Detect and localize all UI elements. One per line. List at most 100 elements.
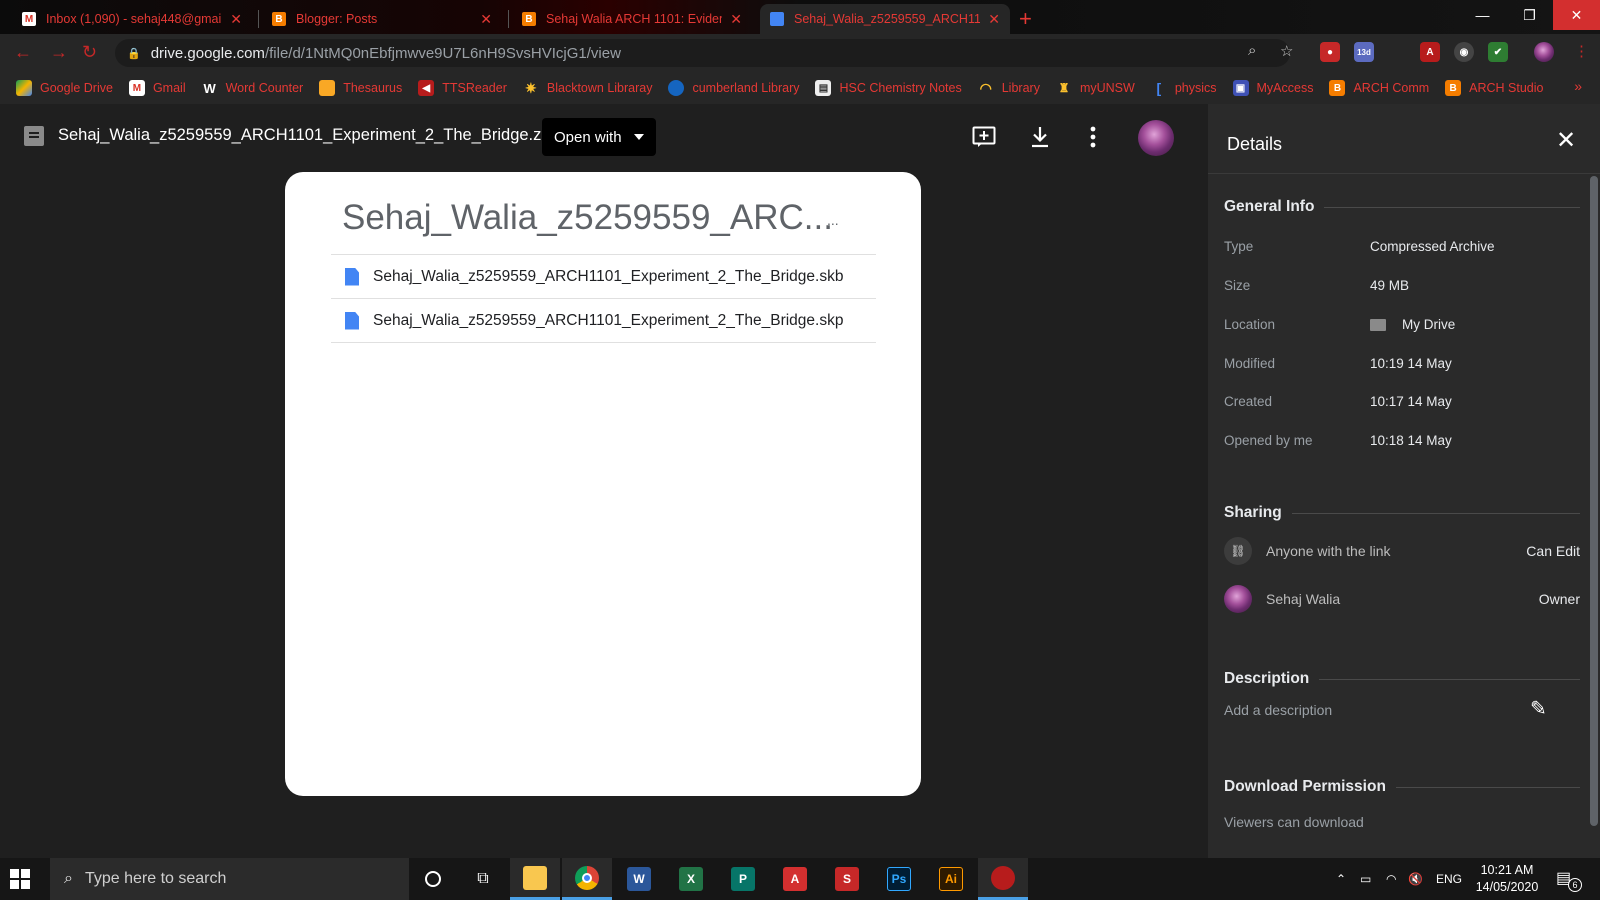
chrome-menu-icon[interactable]: ⋮ bbox=[1574, 42, 1589, 60]
reload-icon[interactable]: ↻ bbox=[82, 42, 97, 63]
bookmark-myunsw[interactable]: ♜ myUNSW bbox=[1056, 80, 1135, 96]
info-value: My Drive bbox=[1402, 317, 1456, 332]
file-explorer-icon[interactable] bbox=[510, 858, 560, 900]
download-permission-heading: Download Permission bbox=[1224, 778, 1580, 796]
excel-icon[interactable]: X bbox=[666, 858, 716, 900]
game-app-icon[interactable] bbox=[978, 858, 1028, 900]
viewer-toolbar: Sehaj_Walia_z5259559_ARCH1101_Experiment… bbox=[0, 104, 1208, 168]
taskbar-search-input[interactable]: ⌕ Type here to search bbox=[50, 858, 409, 900]
extension-icon[interactable]: ● bbox=[1320, 42, 1340, 62]
description-input[interactable]: Add a description bbox=[1224, 702, 1332, 718]
scrollbar-thumb[interactable] bbox=[1590, 176, 1598, 826]
publisher-icon[interactable]: P bbox=[718, 858, 768, 900]
acrobat-icon[interactable]: A bbox=[770, 858, 820, 900]
divider bbox=[1319, 678, 1580, 680]
bookmark-thesaurus[interactable]: Thesaurus bbox=[319, 80, 402, 96]
bracket-icon: [ bbox=[1156, 80, 1162, 96]
windows-start-icon[interactable] bbox=[10, 869, 30, 889]
photoshop-icon[interactable]: Ps bbox=[874, 858, 924, 900]
bookmark-cumberland[interactable]: cumberland Library bbox=[668, 80, 799, 96]
description-heading: Description bbox=[1224, 670, 1580, 688]
new-tab-button[interactable]: + bbox=[1019, 6, 1032, 32]
taskbar-clock[interactable]: 10:21 AM 14/05/2020 bbox=[1472, 862, 1542, 896]
bookmark-gmail[interactable]: M Gmail bbox=[128, 80, 186, 96]
close-icon[interactable]: ✕ bbox=[730, 11, 742, 28]
list-item[interactable]: Sehaj_Walia_z5259559_ARCH1101_Experiment… bbox=[331, 299, 876, 343]
url-text: drive.google.com/file/d/1NtMQ0nEbfjmwve9… bbox=[151, 45, 621, 62]
share-row-link[interactable]: ⛓ Anyone with the link Can Edit bbox=[1224, 536, 1580, 566]
open-with-button[interactable]: Open with bbox=[542, 118, 656, 156]
edit-pencil-icon[interactable]: ✎ bbox=[1530, 696, 1547, 721]
circle-extension-icon[interactable]: ◉ bbox=[1454, 42, 1474, 62]
window-close-button[interactable]: ✕ bbox=[1553, 0, 1600, 30]
tab-separator bbox=[258, 10, 259, 28]
notification-center-icon[interactable]: ▤ 6 bbox=[1556, 868, 1582, 892]
bookmark-word-counter[interactable]: W Word Counter bbox=[202, 80, 303, 96]
zoom-icon[interactable]: ⌕ bbox=[1248, 42, 1256, 59]
bookmark-label: TTSReader bbox=[442, 81, 507, 95]
restore-button[interactable]: ❐ bbox=[1506, 0, 1553, 30]
details-scrollbar[interactable] bbox=[1588, 174, 1600, 858]
check-extension-icon[interactable]: ✔ bbox=[1488, 42, 1508, 62]
word-icon[interactable]: W bbox=[614, 858, 664, 900]
share-row-owner[interactable]: Sehaj Walia Owner bbox=[1224, 584, 1580, 614]
info-key: Modified bbox=[1224, 356, 1276, 371]
more-options-icon[interactable] bbox=[1090, 126, 1096, 148]
bookmarks-overflow-icon[interactable]: » bbox=[1574, 78, 1582, 94]
download-icon[interactable] bbox=[1030, 126, 1050, 148]
details-title: Details bbox=[1227, 134, 1283, 154]
bookmark-star-icon[interactable]: ☆ bbox=[1280, 42, 1293, 60]
tab-gmail[interactable]: M Inbox (1,090) - sehaj448@gmail.c ✕ bbox=[12, 4, 252, 34]
bookmark-hsc-chemistry[interactable]: ▤ HSC Chemistry Notes bbox=[815, 80, 962, 96]
account-avatar[interactable] bbox=[1138, 120, 1174, 156]
close-icon[interactable]: ✕ bbox=[1556, 126, 1576, 155]
info-key: Opened by me bbox=[1224, 433, 1313, 448]
link-icon: ⛓ bbox=[1224, 537, 1252, 565]
acrobat-extension-icon[interactable]: A bbox=[1420, 42, 1440, 62]
list-item[interactable]: Sehaj_Walia_z5259559_ARCH1101_Experiment… bbox=[331, 255, 876, 299]
task-view-icon[interactable]: ⧉ bbox=[458, 858, 508, 900]
info-key: Type bbox=[1224, 239, 1254, 254]
add-comment-icon[interactable] bbox=[972, 126, 996, 148]
close-icon[interactable]: ✕ bbox=[480, 11, 492, 28]
bookmark-library[interactable]: ◠ Library bbox=[978, 80, 1040, 96]
chrome-icon[interactable] bbox=[562, 858, 612, 900]
minimize-button[interactable]: — bbox=[1459, 0, 1506, 30]
globe-icon bbox=[668, 80, 685, 96]
browser-tab-strip: M Inbox (1,090) - sehaj448@gmail.c ✕ B B… bbox=[0, 0, 1600, 34]
language-indicator[interactable]: ENG bbox=[1436, 858, 1462, 900]
tab-separator bbox=[508, 10, 509, 28]
volume-muted-icon[interactable]: 🔇 bbox=[1408, 858, 1423, 900]
tab-blog[interactable]: B Sehaj Walia ARCH 1101: Evidence ✕ bbox=[512, 4, 752, 34]
wifi-icon[interactable]: ◠ bbox=[1386, 858, 1396, 900]
general-info-heading: General Info bbox=[1224, 198, 1580, 216]
bookmark-arch-comm[interactable]: B ARCH Comm bbox=[1329, 80, 1429, 96]
bookmark-myaccess[interactable]: ▣ MyAccess bbox=[1232, 80, 1314, 96]
tab-blogger-posts[interactable]: B Blogger: Posts ✕ bbox=[262, 4, 502, 34]
back-icon[interactable]: ← bbox=[14, 42, 32, 63]
battery-icon[interactable]: ▭ bbox=[1360, 858, 1371, 900]
calendar-extension-icon[interactable]: 13d bbox=[1354, 42, 1374, 62]
search-icon: ⌕ bbox=[64, 870, 73, 887]
tab-drive-file[interactable]: Sehaj_Walia_z5259559_ARCH110 ✕ bbox=[760, 4, 1010, 34]
archive-more-text: ... bbox=[827, 212, 839, 228]
forward-icon[interactable]: → bbox=[50, 42, 68, 63]
cortana-icon[interactable] bbox=[408, 858, 458, 900]
bookmark-physics[interactable]: [physics bbox=[1151, 80, 1216, 96]
close-icon[interactable]: ✕ bbox=[988, 11, 1000, 28]
location-link[interactable]: My Drive bbox=[1370, 317, 1455, 332]
close-icon[interactable]: ✕ bbox=[230, 11, 242, 28]
profile-avatar[interactable] bbox=[1534, 42, 1554, 62]
bookmark-google-drive[interactable]: Google Drive bbox=[16, 80, 113, 96]
sketchup-icon[interactable]: S bbox=[822, 858, 872, 900]
bookmark-blacktown[interactable]: ✷ Blacktown Libraray bbox=[523, 80, 652, 96]
section-title: Sharing bbox=[1224, 504, 1282, 521]
address-bar[interactable]: 🔒 drive.google.com/file/d/1NtMQ0nEbfjmwv… bbox=[115, 39, 1290, 67]
bookmark-arch-studio[interactable]: B ARCH Studio bbox=[1445, 80, 1544, 96]
details-header: Details ✕ bbox=[1208, 104, 1600, 174]
notification-count: 6 bbox=[1568, 878, 1582, 892]
show-hidden-icons[interactable]: ⌃ bbox=[1336, 858, 1346, 900]
bookmark-label: MyAccess bbox=[1256, 81, 1314, 95]
bookmark-ttsreader[interactable]: ◀ TTSReader bbox=[418, 80, 507, 96]
illustrator-icon[interactable]: Ai bbox=[926, 858, 976, 900]
